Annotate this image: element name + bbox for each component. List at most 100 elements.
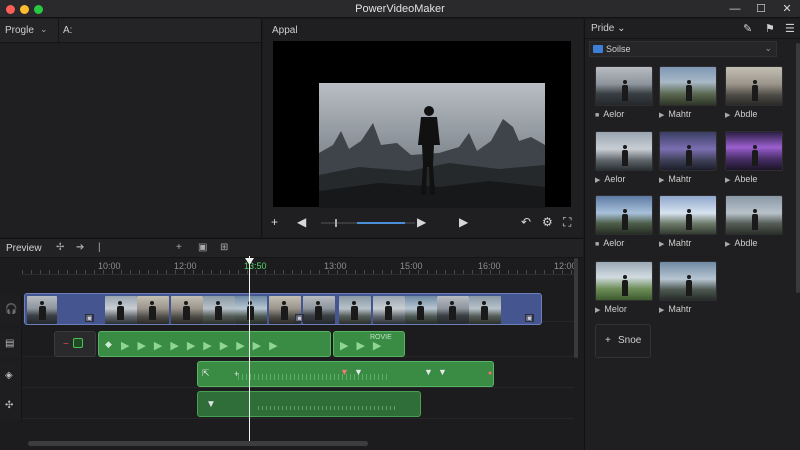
browser-scrollbar[interactable] [796,43,800,293]
clip-name: ▶ Mahtr [659,238,717,248]
figure [149,301,156,320]
track-header-audio-1[interactable]: ◈ [0,361,22,391]
media-clip[interactable]: ▶ Aelor [595,131,653,184]
media-clip[interactable]: ▶ Mahtr [659,66,717,119]
timeline-title: Preview [6,243,42,254]
keyframe-marker[interactable]: ▼ [340,367,349,377]
clip-type-icon: ▶ [659,112,665,119]
audio-waveform [238,374,388,380]
figure [39,301,46,320]
media-clip[interactable]: ▶ Mahtr [659,261,717,314]
media-clip[interactable]: ▶ Abele [725,131,783,184]
title-bar: PowerVideoMaker — ☐ ✕ [0,0,800,18]
step-forward-button[interactable]: ▶ [459,215,468,229]
undo-icon[interactable]: ↶ [521,215,531,229]
clip-thumbnail [725,195,783,235]
film-frame [373,296,405,324]
list-view-icon[interactable]: ☰ [785,22,795,35]
keyframe-marker[interactable]: ▼ [354,367,363,377]
clip-view-icon[interactable]: ▣ [198,242,207,253]
track-header-video[interactable]: 🎧 [0,295,22,325]
media-clip[interactable]: ▶ Abdle [725,66,783,119]
maximize-icon[interactable]: ☐ [752,1,770,17]
media-clip[interactable]: ▶ Mahtr [659,195,717,248]
clip-thumbnail [595,66,653,106]
grid-icon[interactable]: ⊞ [220,242,228,253]
new-item-button[interactable]: + Snoe [595,324,651,358]
pin-icon[interactable]: ✎ [743,22,752,35]
media-clip[interactable]: ■ Aelor [595,66,653,119]
clip-name: ▶ Abdle [725,109,783,119]
minimize-icon[interactable]: — [726,1,744,17]
play-button[interactable]: ▶ [417,215,426,229]
folder-selector[interactable]: Soilse ⌄ [589,41,777,57]
track-header-overlay[interactable]: ▤ [0,329,22,359]
media-clip[interactable]: ▶ Abdle [725,195,783,248]
ruler-label: 16:00 [478,261,501,271]
settings-icon[interactable]: ⚙ [542,215,553,229]
clip-name-text: Aelor [603,238,625,248]
media-clip[interactable]: ■ Aelor [595,195,653,248]
arrow-tool-icon[interactable]: ➔ [76,242,84,253]
browser-title[interactable]: Pride ⌄ [591,23,626,34]
film-frame [171,296,203,324]
speaker-icon[interactable]: ◀ [297,215,306,229]
transport-bar: + ◀ ▶ ▶ ↶ ⚙ ⛶ [263,211,583,235]
clip-thumbnail [595,195,653,235]
figure [117,301,124,320]
blade-tool-icon[interactable]: ✢ [56,242,64,253]
keyframe-marker[interactable]: ▼ [424,367,433,377]
enable-toggle[interactable] [73,338,83,348]
snap-icon[interactable]: | [98,242,101,253]
keyframe-marker[interactable]: ▼ [438,367,447,377]
transition-clip[interactable]: − [54,331,96,357]
clip-name-text: Mahtr [668,238,692,248]
add-track-icon[interactable]: + [176,242,182,253]
playhead[interactable] [249,256,250,442]
ruler-label: 10:00 [98,261,121,271]
timeline-vertical-scrollbar[interactable] [574,258,578,358]
clip-name: ▶ Melor [595,304,653,314]
media-clip[interactable]: ▶ Mahtr [659,131,717,184]
plus-icon[interactable]: + [234,369,239,379]
clip-name: ■ Aelor [595,238,653,248]
film-frame [137,296,169,324]
bookmark-icon[interactable]: ⚑ [765,22,775,35]
audio-clip-2[interactable]: ▼ [197,391,421,417]
tab-second[interactable]: A: [63,25,72,36]
fade-handle-icon[interactable]: ⇱ [202,368,210,379]
figure [281,301,288,320]
timeline-ruler[interactable]: 10:00 12:00 13:50 13:00 15:00 16:00 12:0… [22,259,577,275]
viewer-panel: Appal + ◀ ▶ ▶ ↶ ⚙ ⛶ [263,19,583,237]
overlay-clip[interactable]: ▶▶▶▶▶▶▶▶▶▶ ◆ [98,331,331,357]
clip-type-icon: ▶ [659,307,665,314]
clip-name-text: Abdle [734,109,758,119]
close-icon[interactable]: ✕ [778,1,796,17]
fullscreen-icon[interactable]: ⛶ [563,215,571,230]
figure [215,301,222,320]
clip-thumbnail [659,195,717,235]
figure [752,80,758,101]
media-clip[interactable]: ▶ Melor [595,261,653,314]
motion-arrows: ▶▶▶▶▶▶▶▶▶▶ [121,340,286,352]
audio-clip-1[interactable]: ⇱ + ▼ ▼ ▼ ▼ ● [197,361,494,387]
figure [622,145,628,166]
in-point-handle[interactable] [335,219,337,227]
video-clip[interactable]: ▣ ▣ ▣ [24,293,542,325]
chevron-down-icon[interactable]: ⌄ [40,24,48,35]
project-panel: Progle ⌄ A: [0,19,262,237]
overlay-clip-2[interactable]: ROVIE ▶▶▶ [333,331,405,357]
clip-badge: ▣ [85,314,94,322]
add-marker-button[interactable]: + [271,215,278,229]
volume-handle-icon[interactable]: ▼ [206,399,216,410]
clip-name-text: Melor [604,304,627,314]
video-canvas[interactable] [273,41,571,208]
timeline-horizontal-scrollbar[interactable] [28,441,368,446]
media-browser: Pride ⌄ ✎ ⚑ ☰ Soilse ⌄ ■ Aelor ▶ Mahtr ▶ Abdl… [584,19,800,450]
scrub-bar[interactable] [321,219,415,227]
film-icon: ▤ [5,338,15,349]
tab-project[interactable]: Progle [5,25,34,36]
track-header-audio-2[interactable]: ✣ [0,391,22,421]
clip-name-text: Abele [734,174,758,184]
clip-type-icon: ■ [595,241,600,248]
